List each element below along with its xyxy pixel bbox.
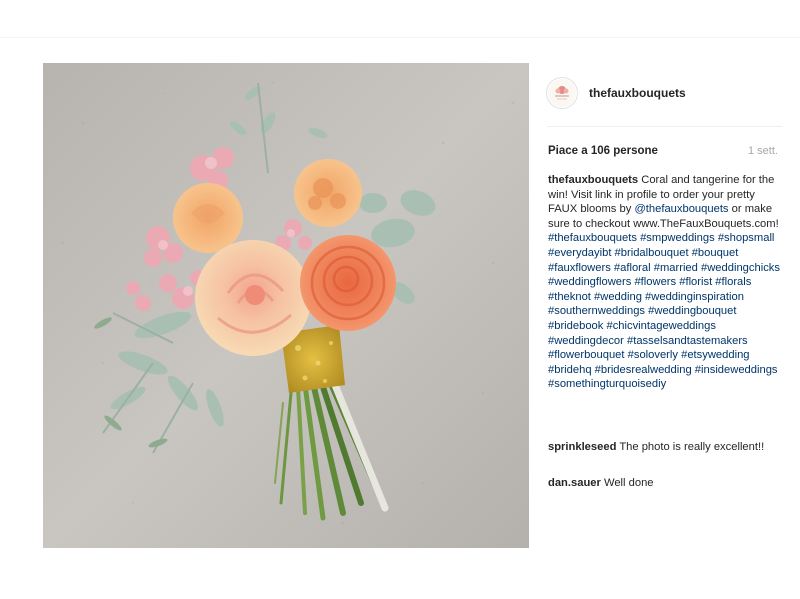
hashtag-link[interactable]: #weddingdecor bbox=[548, 335, 624, 347]
caption-author[interactable]: thefauxbouquets bbox=[548, 174, 638, 186]
post-timestamp[interactable]: 1 sett. bbox=[748, 145, 778, 157]
comment: sprinkleseed The photo is really excelle… bbox=[548, 440, 780, 455]
hashtag-link[interactable]: #florals bbox=[715, 276, 751, 288]
header-divider bbox=[547, 126, 782, 127]
post-username[interactable]: thefauxbouquets bbox=[589, 86, 686, 100]
hashtag-link[interactable]: #thefauxbouquets bbox=[548, 232, 637, 244]
hashtag-link[interactable]: #smpweddings bbox=[640, 232, 715, 244]
hashtag-link[interactable]: #bouquet bbox=[692, 247, 739, 259]
post-photo[interactable] bbox=[43, 63, 529, 548]
comment: dan.sauer Well done bbox=[548, 476, 780, 491]
hashtag-link[interactable]: #everydayibt bbox=[548, 247, 611, 259]
post-header: thefauxbouquets bbox=[529, 63, 782, 126]
hashtag-link[interactable]: #bridesrealwedding bbox=[595, 364, 692, 376]
hashtag-link[interactable]: #weddingflowers bbox=[548, 276, 631, 288]
hashtag-link[interactable]: #tasselsandtastemakers bbox=[627, 335, 748, 347]
likes-count[interactable]: Piace a 106 persone bbox=[548, 145, 658, 157]
hashtag-link[interactable]: #married bbox=[654, 262, 698, 274]
hashtag-link[interactable]: #etsywedding bbox=[681, 349, 749, 361]
hashtag-link[interactable]: #bridebook bbox=[548, 320, 603, 332]
post-caption: thefauxbouquets Coral and tangerine for … bbox=[548, 173, 780, 392]
hashtag-link[interactable]: #southernweddings bbox=[548, 305, 645, 317]
hashtag-link[interactable]: #afloral bbox=[614, 262, 651, 274]
post-side-panel: thefauxbouquets Piace a 106 persone 1 se… bbox=[529, 63, 800, 548]
hashtag-link[interactable]: #soloverly bbox=[628, 349, 678, 361]
hashtag-link[interactable]: #chicvintageweddings bbox=[606, 320, 715, 332]
top-divider bbox=[0, 37, 800, 38]
hashtag-link[interactable]: #weddinginspiration bbox=[645, 291, 744, 303]
avatar[interactable] bbox=[546, 77, 578, 109]
hashtag-link[interactable]: #florist bbox=[679, 276, 712, 288]
hashtag-link[interactable]: #flowers bbox=[634, 276, 676, 288]
bouquet-image bbox=[43, 63, 529, 548]
hashtag-link[interactable]: #bridehq bbox=[548, 364, 592, 376]
comment-text: Well done bbox=[603, 477, 654, 489]
caption-mention[interactable]: @thefauxbouquets bbox=[634, 203, 728, 215]
hashtag-link[interactable]: #somethingturquoisediy bbox=[548, 378, 666, 390]
hashtag-list: #thefauxbouquets #smpweddings #shopsmall… bbox=[548, 232, 780, 390]
hashtag-link[interactable]: #wedding bbox=[594, 291, 642, 303]
comment-author[interactable]: dan.sauer bbox=[548, 477, 601, 489]
hashtag-link[interactable]: #weddingchicks bbox=[701, 262, 780, 274]
hashtag-link[interactable]: #shopsmall bbox=[718, 232, 775, 244]
hashtag-link[interactable]: #weddingbouquet bbox=[648, 305, 736, 317]
hashtag-link[interactable]: #fauxflowers bbox=[548, 262, 611, 274]
hashtag-link[interactable]: #flowerbouquet bbox=[548, 349, 625, 361]
hashtag-link[interactable]: #bridalbouquet bbox=[615, 247, 689, 259]
hashtag-link[interactable]: #insideweddings bbox=[695, 364, 778, 376]
comment-text: The photo is really excellent!! bbox=[619, 441, 765, 453]
hashtag-link[interactable]: #theknot bbox=[548, 291, 591, 303]
comment-author[interactable]: sprinkleseed bbox=[548, 441, 616, 453]
